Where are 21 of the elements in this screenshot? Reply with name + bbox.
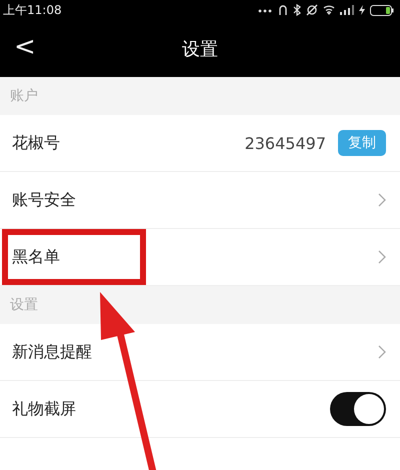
chevron-right-icon	[378, 250, 386, 264]
chevron-right-icon	[378, 193, 386, 207]
section-header: 账户	[0, 77, 400, 115]
row-label: 黑名单	[12, 246, 61, 268]
row-label: 花椒号	[12, 132, 61, 154]
toggle-switch[interactable]	[330, 392, 386, 426]
settings-row[interactable]: 黑名单	[0, 229, 400, 286]
row-label: 账号安全	[12, 190, 77, 210]
row-label: 新消息提醒	[12, 342, 93, 362]
row-label: 礼物截屏	[12, 398, 77, 420]
page-title: 设置	[182, 38, 218, 60]
section-header: 设置	[0, 286, 400, 324]
bluetooth-icon	[293, 4, 301, 16]
signal-icon	[340, 5, 354, 15]
id-number: 23645497	[244, 134, 326, 152]
battery-icon	[370, 4, 394, 16]
back-button[interactable]: <	[8, 30, 42, 64]
wifi-icon	[323, 5, 335, 15]
status-time: 上午11:08	[3, 2, 62, 18]
charging-icon	[359, 5, 365, 15]
chevron-right-icon	[378, 345, 386, 359]
